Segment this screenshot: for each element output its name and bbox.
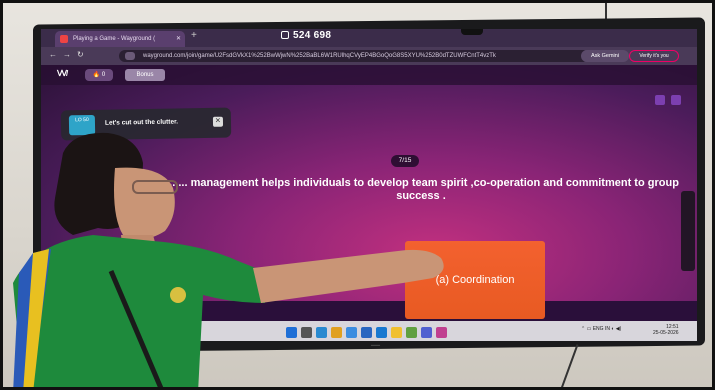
browser-tabbar: Playing a Game - Wayground ( ✕ + 524 698: [41, 29, 697, 47]
app-icon[interactable]: [346, 327, 357, 338]
bonus-badge: Bonus: [125, 69, 165, 81]
tab-title: Playing a Game - Wayground (: [73, 36, 156, 42]
fullscreen-icon[interactable]: [671, 95, 681, 105]
close-popup-icon[interactable]: ✕: [212, 116, 224, 127]
clock-date: 25-05-2026: [653, 330, 679, 336]
streak-counter: 🔥 0: [85, 69, 113, 81]
nav-buttons[interactable]: ←→↻: [49, 50, 90, 59]
flame-icon: 🔥: [92, 72, 101, 78]
code-icon: [281, 31, 289, 39]
smart-board-screen: Playing a Game - Wayground ( ✕ + 524 698…: [41, 29, 697, 341]
answer-option[interactable]: (a) Coordination: [405, 241, 545, 319]
question-counter: 7/15: [391, 155, 419, 167]
browser-tab[interactable]: Playing a Game - Wayground ( ✕: [55, 31, 185, 47]
verify-button[interactable]: Verify it's you: [629, 50, 679, 62]
popup-text: Let's cut out the clutter.: [104, 118, 179, 127]
streak-count: 0: [101, 72, 106, 78]
start-icon[interactable]: [286, 327, 297, 338]
language-indicator: ENG IN: [592, 326, 610, 332]
game-area: ᐯᐯ/ 🔥 0 Bonus LO 50 Let's cut out the cl…: [41, 65, 697, 341]
teams-icon[interactable]: [421, 327, 432, 338]
close-tab-icon[interactable]: ✕: [176, 31, 181, 47]
question-text: ........ management helps individuals to…: [163, 177, 679, 202]
url-text: wayground.com/join/game/U2FsdGVkX1%252Bw…: [143, 53, 496, 59]
photo-frame: Playing a Game - Wayground ( ✕ + 524 698…: [0, 0, 715, 390]
chrome-icon[interactable]: [331, 327, 342, 338]
address-bar[interactable]: wayground.com/join/game/U2FsdGVkX1%252Bw…: [119, 50, 589, 62]
clutter-popup: LO 50 Let's cut out the clutter. ✕: [60, 107, 232, 141]
game-code: 524 698: [281, 30, 331, 41]
browser-toolbar: ←→↻ wayground.com/join/game/U2FsdGVkX1%2…: [41, 47, 697, 65]
store-icon[interactable]: [361, 327, 372, 338]
popup-badge: LO 50: [68, 114, 96, 136]
wayground-favicon-icon: [60, 35, 68, 43]
taskbar-apps: [286, 325, 451, 341]
new-tab-button[interactable]: +: [191, 30, 197, 41]
windows-taskbar: ⌃ ▭ ENG IN ◐ ◀) 12:51 25-05-2026: [41, 321, 697, 341]
game-topbar: ᐯᐯ/ 🔥 0 Bonus: [41, 65, 697, 85]
side-tool-panel[interactable]: [681, 191, 695, 271]
mail-icon[interactable]: [376, 327, 387, 338]
search-icon[interactable]: [301, 327, 312, 338]
ask-gemini-button[interactable]: Ask Gemini: [581, 50, 629, 62]
edge-icon[interactable]: [316, 327, 327, 338]
site-info-icon[interactable]: [125, 52, 135, 60]
webcam: [461, 29, 483, 35]
game-code-text: 524 698: [293, 30, 332, 41]
clock[interactable]: 12:51 25-05-2026: [653, 324, 679, 336]
bezel-brand: ━━━: [371, 343, 381, 349]
wayground-logo-icon: ᐯᐯ/: [57, 69, 68, 78]
app-icon[interactable]: [436, 327, 447, 338]
menu-icon[interactable]: [655, 95, 665, 105]
app-icon[interactable]: [406, 327, 417, 338]
folder-icon[interactable]: [391, 327, 402, 338]
system-tray[interactable]: ⌃ ▭ ENG IN ◐ ◀): [581, 326, 621, 332]
